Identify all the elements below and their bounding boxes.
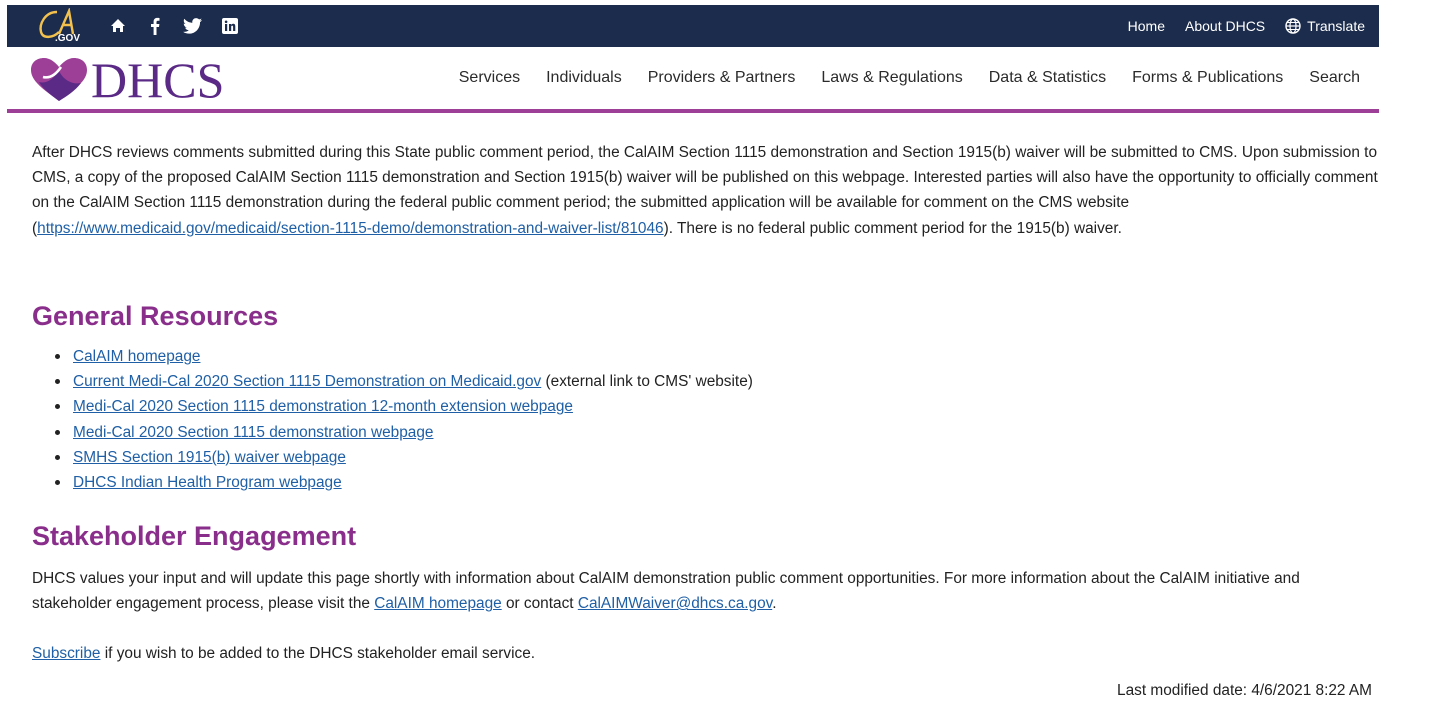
resource-link[interactable]: SMHS Section 1915(b) waiver webpage bbox=[73, 449, 346, 466]
nav-item-data-statistics[interactable]: Data & Statistics bbox=[989, 69, 1106, 87]
globe-icon bbox=[1285, 18, 1301, 34]
translate-button[interactable]: Translate bbox=[1285, 18, 1365, 34]
cms-website-link[interactable]: https://www.medicaid.gov/medicaid/sectio… bbox=[37, 220, 663, 237]
calaim-homepage-link[interactable]: CalAIM homepage bbox=[374, 595, 501, 612]
heart-logo-icon bbox=[31, 58, 87, 101]
nav-item-forms-publications[interactable]: Forms & Publications bbox=[1132, 69, 1283, 87]
general-resources-heading: General Resources bbox=[32, 301, 279, 331]
stakeholder-text-part: . bbox=[772, 595, 777, 613]
resource-link[interactable]: Current Medi-Cal 2020 Section 1115 Demon… bbox=[73, 373, 541, 390]
subscribe-text: if you wish to be added to the DHCS stak… bbox=[100, 645, 536, 662]
facebook-icon[interactable] bbox=[150, 15, 160, 37]
nav-item-laws-regulations[interactable]: Laws & Regulations bbox=[821, 69, 962, 87]
list-item: Medi-Cal 2020 Section 1115 demonstration… bbox=[55, 420, 753, 445]
nav-item-providers-partners[interactable]: Providers & Partners bbox=[648, 69, 796, 87]
subscribe-paragraph: Subscribe if you wish to be added to the… bbox=[32, 641, 535, 666]
list-item: CalAIM homepage bbox=[55, 344, 753, 369]
nav-item-search[interactable]: Search bbox=[1309, 69, 1360, 87]
util-link-about-dhcs[interactable]: About DHCS bbox=[1185, 18, 1265, 34]
svg-text:.GOV: .GOV bbox=[55, 33, 80, 42]
resource-link-note: (external link to CMS' website) bbox=[541, 373, 753, 391]
translate-label: Translate bbox=[1307, 18, 1365, 34]
linkedin-icon[interactable] bbox=[222, 15, 238, 37]
dhcs-logo[interactable]: DHCS bbox=[29, 55, 224, 105]
twitter-icon[interactable] bbox=[183, 15, 202, 37]
list-item: DHCS Indian Health Program webpage bbox=[55, 470, 753, 495]
nav-item-individuals[interactable]: Individuals bbox=[546, 69, 622, 87]
last-modified-date: Last modified date: 4/6/2021 8:22 AM bbox=[1117, 682, 1372, 699]
stakeholder-paragraph: DHCS values your input and will update t… bbox=[32, 566, 1382, 616]
resource-link[interactable]: CalAIM homepage bbox=[73, 348, 200, 365]
list-item: SMHS Section 1915(b) waiver webpage bbox=[55, 445, 753, 470]
stakeholder-text-part: or contact bbox=[501, 595, 578, 613]
ca-gov-logo[interactable]: .GOV bbox=[35, 6, 95, 44]
calaim-email-link[interactable]: CalAIMWaiver@dhcs.ca.gov bbox=[578, 595, 772, 612]
intro-text: After DHCS reviews comments submitted du… bbox=[32, 140, 1382, 241]
resource-link[interactable]: Medi-Cal 2020 Section 1115 demonstration… bbox=[73, 424, 433, 441]
list-item: Medi-Cal 2020 Section 1115 demonstration… bbox=[55, 394, 753, 419]
resources-list: CalAIM homepage Current Medi-Cal 2020 Se… bbox=[55, 344, 753, 495]
top-utility-bar: .GOV Home About DHCS Translate bbox=[7, 5, 1379, 47]
home-icon[interactable] bbox=[110, 15, 126, 37]
intro-text-part: ). There is no federal public comment pe… bbox=[663, 219, 1122, 237]
resource-link[interactable]: Medi-Cal 2020 Section 1115 demonstration… bbox=[73, 398, 573, 415]
subscribe-link[interactable]: Subscribe bbox=[32, 645, 100, 662]
ca-gov-logo-icon: .GOV bbox=[39, 6, 80, 44]
stakeholder-engagement-heading: Stakeholder Engagement bbox=[32, 521, 357, 551]
brand-name: DHCS bbox=[91, 52, 225, 108]
primary-nav: Services Individuals Providers & Partner… bbox=[433, 69, 1360, 87]
util-link-home[interactable]: Home bbox=[1128, 18, 1165, 34]
list-item: Current Medi-Cal 2020 Section 1115 Demon… bbox=[55, 369, 753, 394]
nav-item-services[interactable]: Services bbox=[459, 69, 520, 87]
resource-link[interactable]: DHCS Indian Health Program webpage bbox=[73, 474, 342, 491]
utility-links: Home About DHCS Translate bbox=[1128, 5, 1365, 47]
intro-paragraph: After DHCS reviews comments submitted du… bbox=[32, 140, 1382, 241]
main-navigation-bar: DHCS Services Individuals Providers & Pa… bbox=[7, 47, 1379, 113]
